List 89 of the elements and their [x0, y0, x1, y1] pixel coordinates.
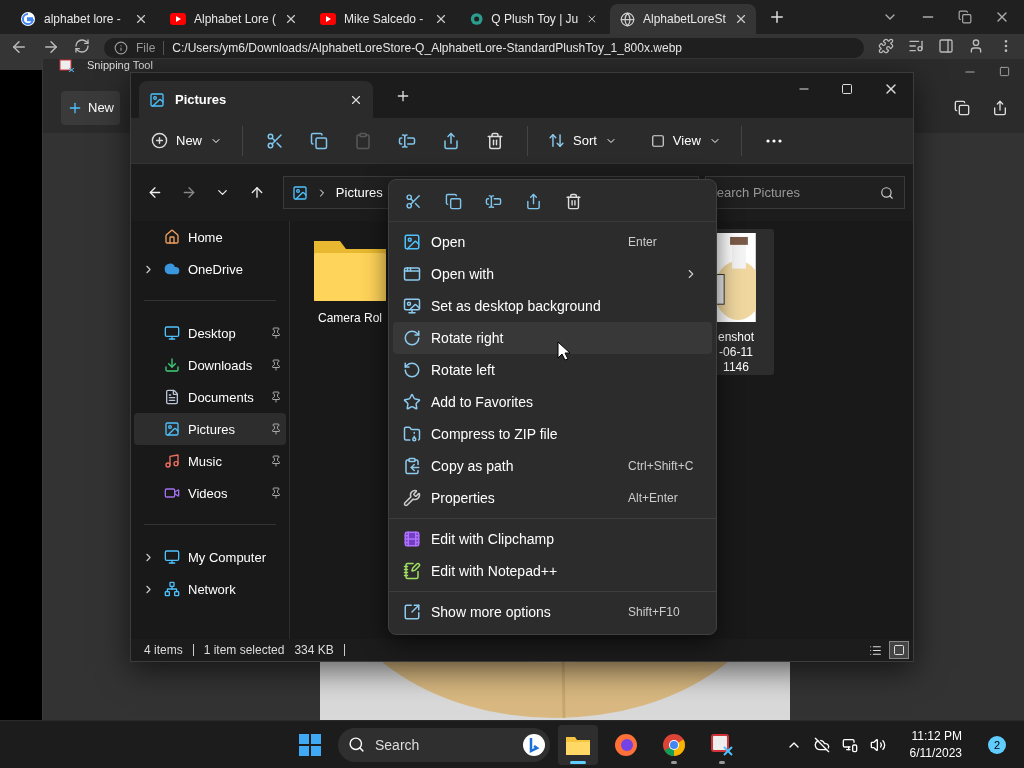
browser-tab[interactable]: Alphabet Lore ( — [160, 4, 306, 34]
volume-icon[interactable] — [869, 736, 886, 753]
browser-tab[interactable]: Mike Salcedo - — [310, 4, 456, 34]
view-button[interactable]: View — [642, 123, 729, 158]
tiles-view-button[interactable] — [889, 641, 909, 659]
view-icon — [650, 133, 665, 148]
download-icon — [164, 357, 180, 373]
back-icon[interactable] — [10, 38, 28, 56]
picture-icon — [291, 184, 308, 201]
app-icon — [59, 59, 75, 73]
chrome-icon — [662, 732, 686, 757]
fox-icon — [614, 732, 638, 757]
nav-item[interactable]: OneDrive — [134, 253, 286, 285]
nav-item[interactable]: Home — [134, 221, 286, 253]
new-tab-icon[interactable] — [768, 8, 786, 26]
browser-tab[interactable]: AlphabetLoreSt — [610, 4, 756, 34]
nav-item[interactable]: My Computer — [134, 541, 286, 573]
extensions-icon[interactable] — [878, 38, 894, 54]
share-icon — [442, 131, 460, 150]
cloud-off-icon[interactable] — [813, 736, 830, 753]
reload-icon[interactable] — [74, 38, 90, 54]
new-button[interactable]: New — [143, 123, 230, 158]
close-icon[interactable] — [284, 12, 298, 26]
plus-icon — [151, 132, 168, 149]
nav-item[interactable]: Music — [134, 445, 286, 477]
nav-item[interactable]: Documents — [134, 381, 286, 413]
tile-icon — [893, 644, 905, 656]
side-panel-icon[interactable] — [938, 38, 954, 54]
forward-icon — [181, 184, 197, 201]
explorer-tab[interactable]: Pictures — [139, 81, 373, 118]
sort-icon — [548, 132, 565, 149]
selection-info: 1 item selected — [203, 643, 285, 657]
browser-tab[interactable]: Q Plush Toy | Ju — [460, 4, 606, 34]
rename-icon — [398, 131, 416, 150]
taskbar-search[interactable]: Search — [338, 727, 550, 762]
document-icon — [164, 389, 180, 405]
info-icon — [114, 41, 128, 55]
close-icon[interactable] — [734, 12, 748, 26]
new-button[interactable]: New — [61, 90, 120, 125]
sort-button[interactable]: Sort — [540, 123, 625, 158]
notification-badge[interactable]: 2 — [988, 735, 1006, 754]
play-icon — [170, 13, 186, 25]
close-icon[interactable] — [434, 12, 448, 26]
restore-icon[interactable] — [958, 10, 972, 24]
video-icon — [164, 485, 180, 501]
start-icon[interactable] — [298, 732, 322, 757]
globe-icon — [620, 11, 635, 27]
nav-item[interactable]: Pictures — [134, 413, 286, 445]
close-icon[interactable] — [134, 12, 148, 26]
music-icon — [164, 453, 180, 469]
more-icon — [765, 138, 782, 143]
profile-icon[interactable] — [968, 38, 984, 54]
network-icon — [164, 581, 180, 597]
copy-icon[interactable] — [954, 99, 970, 116]
nav-item[interactable]: Downloads — [134, 349, 286, 381]
search-icon — [880, 185, 894, 200]
home-icon — [164, 229, 180, 245]
desktop-icon — [164, 325, 180, 341]
item-count: 4 items — [144, 643, 183, 657]
scheme-label: File — [136, 41, 165, 55]
media-icon[interactable] — [908, 38, 924, 54]
nav-item[interactable]: Videos — [134, 477, 286, 509]
copy-icon — [310, 131, 328, 150]
snip-icon — [710, 732, 734, 757]
cut-icon — [266, 131, 284, 150]
url-text: C:/Users/ym6/Downloads/AlphabetLoreStore-Q_AlphabetLore-StandardPlushToy_1_800x.webp — [172, 41, 682, 55]
bing-icon — [522, 732, 546, 757]
clock[interactable]: 11:12 PM 6/11/2023 — [909, 727, 962, 762]
network-icon[interactable] — [841, 736, 858, 753]
google-g-icon — [20, 11, 36, 27]
nav-item[interactable]: Network — [134, 573, 286, 605]
back-icon — [147, 184, 163, 201]
close-icon[interactable] — [586, 12, 598, 26]
forward-icon[interactable] — [42, 38, 60, 56]
computer-icon — [164, 549, 180, 565]
delete-icon — [486, 131, 504, 150]
nav-item[interactable]: Desktop — [134, 317, 286, 349]
window-title: Snipping Tool — [87, 59, 153, 72]
play-icon — [320, 13, 336, 25]
address-bar[interactable]: File C:/Users/ym6/Downloads/AlphabetLoreStore-Q_AlphabetLore-StandardPlushToy_1_800x.webp — [104, 38, 864, 58]
taskbar-app[interactable] — [558, 724, 598, 765]
browser-tab[interactable]: alphabet lore - — [10, 4, 156, 34]
paste-icon — [354, 131, 372, 150]
search-icon — [348, 736, 365, 753]
picture-icon — [149, 91, 165, 108]
picture-icon — [164, 421, 180, 437]
list-icon — [868, 643, 882, 657]
cloud-icon — [164, 261, 180, 277]
share-icon[interactable] — [992, 99, 1008, 116]
